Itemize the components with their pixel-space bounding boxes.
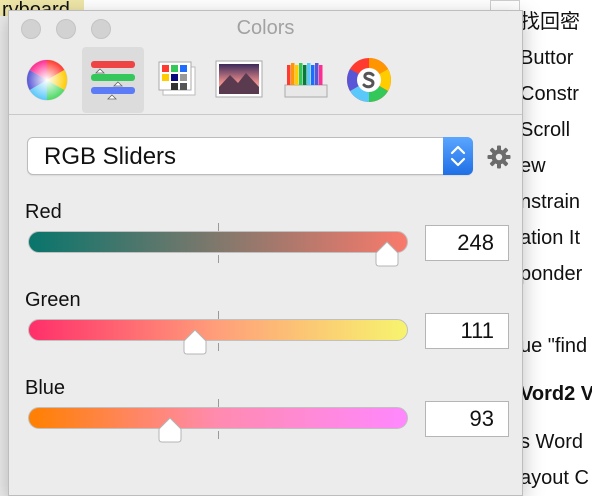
slider-label-blue: Blue xyxy=(25,377,66,399)
background-outline-row: nstrain xyxy=(520,191,581,213)
background-outline-row: ue "find xyxy=(520,335,588,357)
color-wheel-icon xyxy=(26,59,68,101)
slider-track-red[interactable] xyxy=(28,231,408,253)
toolbar-color-wheel[interactable] xyxy=(16,47,78,113)
palettes-icon xyxy=(158,61,196,96)
slider-track-green[interactable] xyxy=(28,319,408,341)
title-bar[interactable]: Colors xyxy=(9,11,522,46)
toolbar-pencils[interactable] xyxy=(275,47,337,113)
toolbar-color-sliders[interactable] xyxy=(82,47,144,113)
slider-center-tick xyxy=(218,343,219,351)
pencils-icon xyxy=(284,63,328,98)
background-outline-row: s Word xyxy=(520,431,583,453)
background-outline-row: Buttor xyxy=(520,47,574,69)
slider-thumb-blue[interactable] xyxy=(157,417,183,443)
picker-toolbar xyxy=(9,47,522,115)
slider-label-green: Green xyxy=(25,289,81,311)
background-outline-row: Vord2 V xyxy=(520,383,592,405)
colors-panel: Colors RGB Sliders Red 248 Green 111 Blu… xyxy=(8,10,523,496)
sliders-icon xyxy=(91,61,135,100)
slider-center-tick xyxy=(218,399,219,407)
slider-value-field-red[interactable]: 248 xyxy=(425,225,509,261)
slider-track-blue[interactable] xyxy=(28,407,408,429)
toolbar-third-party-picker[interactable] xyxy=(338,47,400,113)
slider-thumb-green[interactable] xyxy=(182,329,208,355)
up-down-chevron-icon[interactable] xyxy=(443,137,473,175)
slider-center-tick xyxy=(218,431,219,439)
slider-value-field-blue[interactable]: 93 xyxy=(425,401,509,437)
toolbar-color-palettes[interactable] xyxy=(146,47,208,113)
background-outline-row: ew xyxy=(520,155,546,177)
image-palette-icon xyxy=(215,60,263,98)
slider-center-tick xyxy=(218,223,219,231)
slider-thumb-red[interactable] xyxy=(374,241,400,267)
background-outline-row: 找回密 xyxy=(520,11,580,33)
gear-icon[interactable] xyxy=(487,145,511,169)
toolbar-separator xyxy=(9,114,522,115)
background-outline-row: ation It xyxy=(520,227,581,249)
picker-mode-value: RGB Sliders xyxy=(44,143,177,170)
background-outline-row: ponder xyxy=(520,263,583,285)
toolbar-image-palettes[interactable] xyxy=(208,47,270,113)
background-outline-row: Constr xyxy=(520,83,579,105)
window-title: Colors xyxy=(236,17,295,39)
slider-label-red: Red xyxy=(25,201,62,223)
background-outline-row: Scroll xyxy=(520,119,571,141)
slider-value-field-green[interactable]: 111 xyxy=(425,313,509,349)
picker-mode-select[interactable]: RGB Sliders xyxy=(27,137,473,175)
slider-center-tick xyxy=(218,311,219,319)
slider-center-tick xyxy=(218,255,219,263)
background-outline-row: ayout C xyxy=(520,467,589,489)
s-wheel-icon xyxy=(347,58,391,102)
